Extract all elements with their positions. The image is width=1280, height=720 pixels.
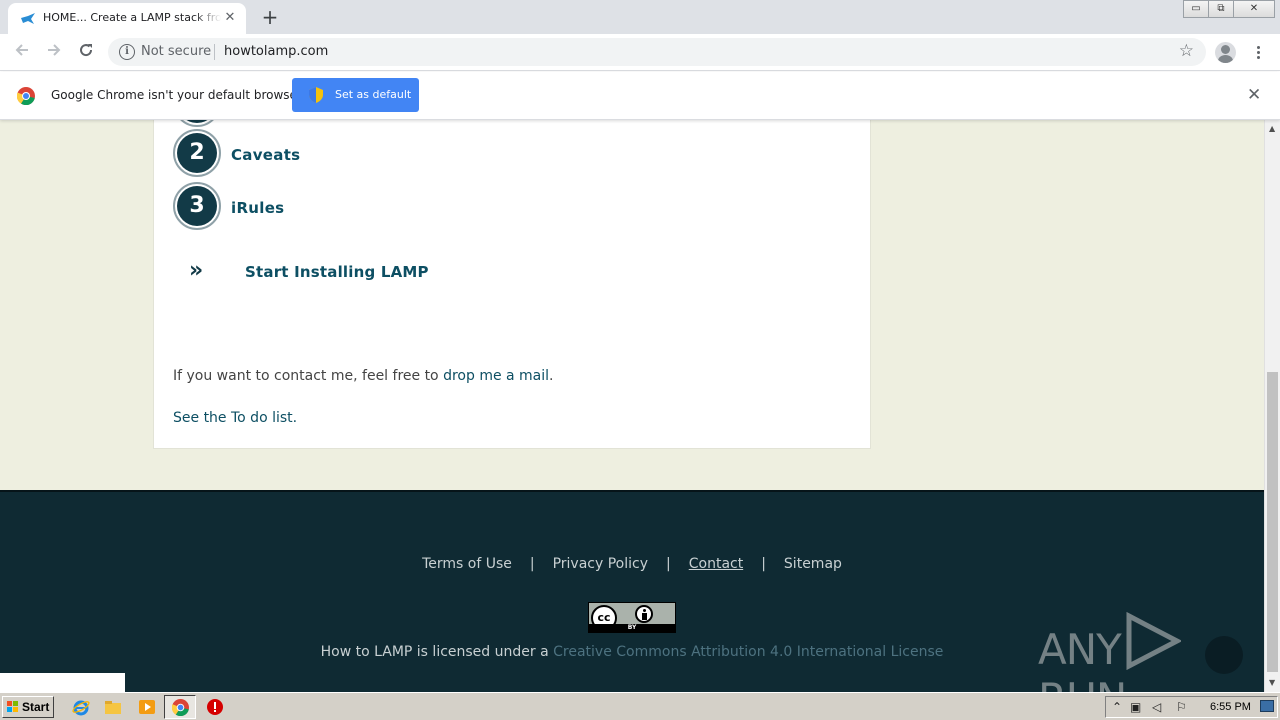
new-tab-button[interactable]: + — [258, 6, 282, 28]
media-player-icon[interactable] — [138, 698, 156, 716]
status-bubble — [0, 673, 125, 692]
uac-shield-icon — [309, 87, 323, 103]
footer-separator: | — [529, 556, 535, 572]
sitemap-link[interactable]: Sitemap — [784, 556, 842, 572]
tab-strip: HOME... Create a LAMP stack from scratch… — [0, 0, 1280, 34]
reload-icon[interactable] — [74, 41, 98, 65]
address-divider — [214, 44, 215, 60]
content-card: 2 Caveats 3 iRules » Start Installing LA… — [153, 120, 871, 449]
set-as-default-label: Set as default — [335, 88, 412, 101]
start-button[interactable]: Start — [2, 696, 54, 718]
infobar-message: Google Chrome isn't your default browser — [51, 88, 302, 102]
step-badge-partial — [173, 120, 221, 127]
step-link-irules[interactable]: iRules — [231, 199, 284, 217]
internet-explorer-icon[interactable] — [72, 698, 90, 716]
watermark-left: ANY — [1038, 625, 1122, 674]
browser-toolbar: i Not secure howtolamp.com ☆ — [0, 34, 1280, 71]
menu-icon[interactable] — [1250, 44, 1266, 62]
contact-link[interactable]: Contact — [689, 556, 743, 572]
windows-logo-icon — [7, 701, 18, 712]
footer-separator: | — [666, 556, 671, 572]
license-link[interactable]: Creative Commons Attribution 4.0 Interna… — [553, 644, 943, 660]
browser-tab[interactable]: HOME... Create a LAMP stack from scratch… — [8, 3, 246, 34]
tray-expand-icon[interactable]: ⌃ — [1112, 700, 1122, 714]
step-badge: 2 — [173, 129, 221, 177]
chrome-taskbar-icon — [172, 699, 189, 716]
scroll-down-icon[interactable]: ▼ — [1269, 678, 1275, 687]
mail-link[interactable]: drop me a mail — [443, 368, 549, 384]
todo-list-link[interactable]: See the To do list. — [173, 410, 297, 426]
back-icon[interactable] — [10, 41, 34, 65]
terms-link[interactable]: Terms of Use — [422, 556, 512, 572]
double-chevron-icon: » — [189, 258, 204, 283]
tab-close-icon[interactable]: ✕ — [222, 10, 238, 26]
address-bar[interactable]: i Not secure howtolamp.com ☆ — [108, 38, 1206, 66]
network-icon[interactable]: ▣ — [1130, 700, 1141, 714]
scroll-up-icon[interactable]: ▲ — [1269, 124, 1275, 133]
creative-commons-badge[interactable]: cc BY — [588, 602, 676, 633]
play-logo-icon — [1126, 612, 1181, 670]
bookmark-star-icon[interactable]: ☆ — [1179, 41, 1194, 61]
contact-prefix: If you want to contact me, feel free to — [173, 368, 439, 384]
windows-taskbar: Start ⌃ ▣ ◁ ⚐ 6:55 PM — [0, 692, 1280, 720]
close-window-button[interactable]: ✕ — [1233, 0, 1275, 18]
step-number: 2 — [177, 133, 217, 173]
privacy-link[interactable]: Privacy Policy — [553, 556, 648, 572]
contact-paragraph: If you want to contact me, feel free to … — [173, 368, 554, 384]
attribution-person-icon — [635, 605, 653, 623]
site-footer: Terms of Use | Privacy Policy | Contact | Site… — [0, 490, 1264, 692]
chrome-taskbar-button[interactable] — [164, 695, 196, 719]
taskbar-clock[interactable]: 6:55 PM — [1210, 701, 1251, 713]
forward-icon[interactable] — [42, 41, 66, 65]
info-icon[interactable]: i — [119, 44, 135, 60]
chrome-logo-icon — [17, 87, 35, 105]
footer-links: Terms of Use | Privacy Policy | Contact | Site… — [0, 556, 1264, 572]
security-label: Not secure — [141, 44, 212, 59]
footer-separator: | — [761, 556, 766, 572]
action-center-flag-icon[interactable]: ⚐ — [1176, 700, 1187, 714]
anyrun-watermark: ANYRUN — [1038, 612, 1264, 692]
volume-icon[interactable]: ◁ — [1152, 700, 1161, 714]
start-installing-link[interactable]: Start Installing LAMP — [245, 263, 429, 281]
watermark-right: RUN — [1038, 674, 1127, 692]
system-tray: ⌃ ▣ ◁ ⚐ 6:55 PM — [1105, 696, 1278, 718]
url-text[interactable]: howtolamp.com — [224, 44, 328, 59]
license-prefix: How to LAMP is licensed under a — [320, 644, 549, 660]
set-as-default-button[interactable]: Set as default — [292, 78, 419, 112]
site-favicon-icon — [21, 13, 35, 24]
show-desktop-icon[interactable] — [1260, 700, 1274, 712]
page-scrollbar[interactable]: ▲ ▼ — [1264, 120, 1280, 692]
default-browser-infobar: Google Chrome isn't your default browser… — [0, 72, 1280, 120]
restore-button[interactable]: ⧉ — [1208, 0, 1234, 18]
cc-by-label: BY — [589, 624, 675, 632]
profile-avatar-icon[interactable] — [1215, 42, 1236, 63]
page-viewport: 2 Caveats 3 iRules » Start Installing LA… — [0, 120, 1264, 692]
start-label: Start — [22, 700, 50, 714]
file-explorer-icon[interactable] — [104, 698, 122, 716]
step-link-caveats[interactable]: Caveats — [231, 146, 300, 164]
minimize-button[interactable]: ▭ — [1183, 0, 1209, 18]
scrollbar-thumb[interactable] — [1267, 372, 1278, 672]
step-number: 3 — [177, 186, 217, 226]
antivirus-icon[interactable] — [206, 698, 224, 716]
contact-suffix: . — [549, 368, 554, 384]
tab-title: HOME... Create a LAMP stack from scratch — [43, 11, 221, 24]
step-badge: 3 — [173, 182, 221, 230]
infobar-close-icon[interactable]: ✕ — [1247, 85, 1261, 105]
